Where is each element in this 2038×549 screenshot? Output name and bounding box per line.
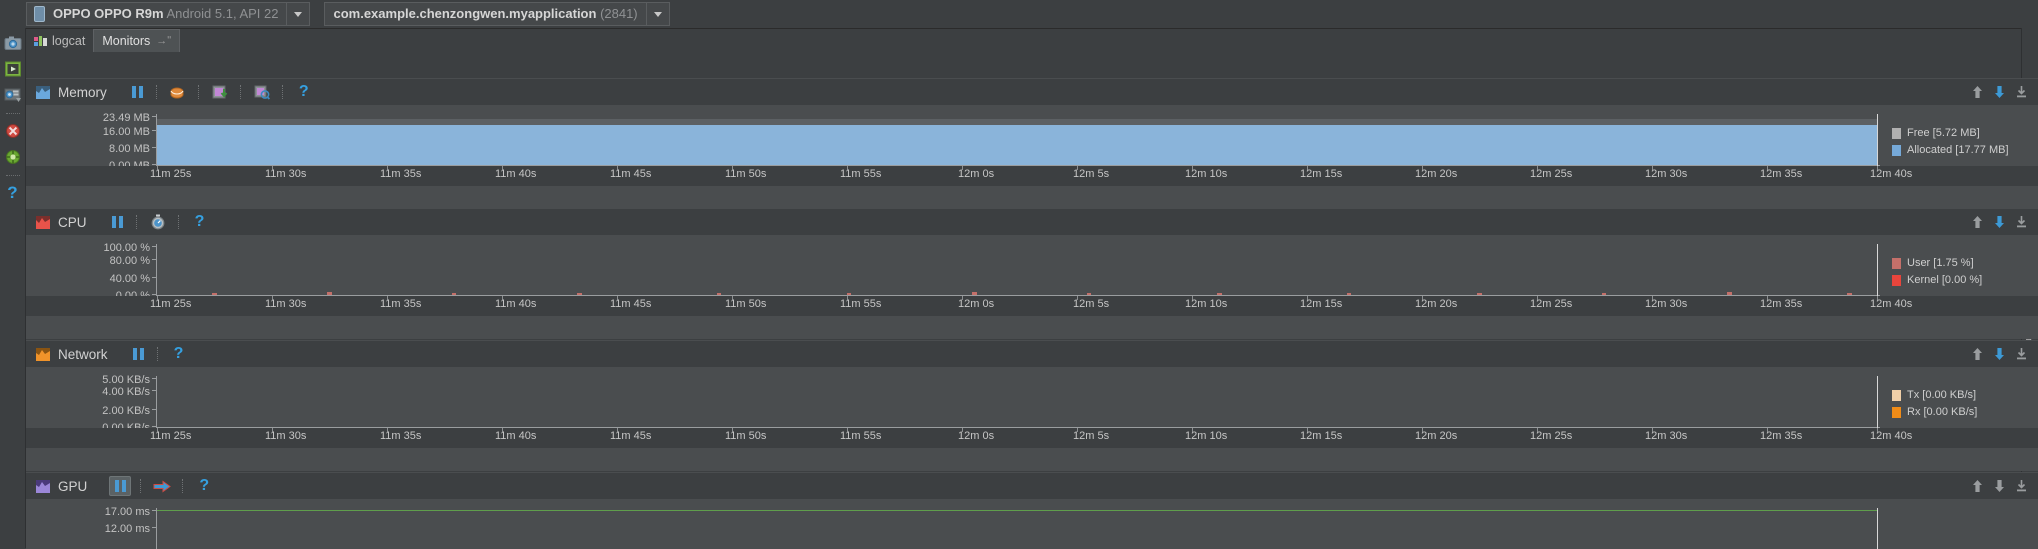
tool-window-tabs: logcat Monitors →ʺ <box>26 28 181 52</box>
cpu-y-axis-labels: 100.00 % 80.00 % 40.00 % 0.00 % <box>103 242 150 302</box>
memory-legend: Free [5.72 MB] Allocated [17.77 MB] <box>1892 127 2009 161</box>
network-y-axis-labels: 5.00 KB/s 4.00 KB/s 2.00 KB/s 0.00 KB/s <box>102 374 150 434</box>
memory-pause-button[interactable] <box>129 84 147 100</box>
cpu-help-icon[interactable]: ? <box>189 211 211 233</box>
device-process-toolbar: OPPO OPPO R9m Android 5.1, API 22 com.ex… <box>0 0 2038 29</box>
collapse-icon[interactable] <box>2010 343 2032 365</box>
legend-item: Free [5.72 MB] <box>1892 127 2009 139</box>
gpu-plot-area[interactable] <box>157 510 1877 549</box>
memory-graph-icon <box>36 85 50 99</box>
process-name: com.example.chenzongwen.myapplication <box>333 6 597 21</box>
gc-icon[interactable] <box>251 81 273 103</box>
allocation-tracking-icon[interactable] <box>209 81 231 103</box>
move-down-icon[interactable] <box>1988 81 2010 103</box>
cpu-pause-button[interactable] <box>109 214 127 230</box>
memory-header: Memory ? <box>26 78 2038 105</box>
screenshot-icon[interactable] <box>2 32 24 54</box>
toolbar-divider-2 <box>5 175 20 177</box>
move-down-icon[interactable] <box>1988 211 2010 233</box>
network-help-icon[interactable]: ? <box>168 343 190 365</box>
network-pause-button[interactable] <box>130 346 148 362</box>
cpu-legend: User [1.75 %] Kernel [0.00 %] <box>1892 257 1982 291</box>
tab-monitors-label: Monitors <box>102 34 151 48</box>
network-graph-icon <box>36 347 50 361</box>
gpu-pause-button[interactable] <box>109 476 132 496</box>
tab-logcat[interactable]: logcat <box>26 30 93 52</box>
cpu-x-axis: 11m 25s 11m 30s 11m 35s 11m 40s 11m 45s … <box>26 296 2038 316</box>
network-plot-area[interactable] <box>157 381 1877 427</box>
network-title: Network <box>58 346 108 362</box>
help-icon[interactable]: ? <box>2 182 24 204</box>
legend-item: User [1.75 %] <box>1892 257 1982 269</box>
device-meta: Android 5.1, API 22 <box>166 6 279 21</box>
legend-item: Tx [0.00 KB/s] <box>1892 389 1977 401</box>
android-studio-monitors-window: OPPO OPPO R9m Android 5.1, API 22 com.ex… <box>0 0 2038 549</box>
device-selector[interactable]: OPPO OPPO R9m Android 5.1, API 22 <box>26 2 311 26</box>
collapse-icon[interactable] <box>2010 211 2032 233</box>
network-monitor-section: Network ? 5.00 KB/s 4.00 KB/s 2.00 KB/s … <box>26 340 2038 471</box>
memory-x-axis: 11m 25s 11m 30s 11m 35s 11m 40s 11m 45s … <box>26 166 2038 186</box>
process-dropdown-arrow[interactable] <box>645 3 669 25</box>
move-up-icon[interactable] <box>1966 81 1988 103</box>
cpu-title: CPU <box>58 214 87 230</box>
memory-title: Memory <box>58 84 107 100</box>
memory-chart-body[interactable]: 23.49 MB 16.00 MB 8.00 MB 0.00 MB Free [… <box>26 105 2038 209</box>
arrow-right-icon[interactable] <box>151 475 173 497</box>
memory-monitor-section: Memory ? 23.49 MB 16.00 MB 8.00 MB Free … <box>26 78 2038 209</box>
memory-help-icon[interactable]: ? <box>293 81 315 103</box>
cpu-monitor-section: CPU ? 100.00 % 80.00 % 40.00 % User [1.7… <box>26 208 2038 339</box>
memory-y-axis-labels: 23.49 MB 16.00 MB 8.00 MB 0.00 MB <box>102 112 150 172</box>
move-up-icon[interactable] <box>1966 475 1988 497</box>
network-chart-body[interactable]: 5.00 KB/s 4.00 KB/s 2.00 KB/s 0.00 KB/s … <box>26 367 2038 471</box>
move-up-icon[interactable] <box>1966 211 1988 233</box>
stopwatch-icon[interactable] <box>147 211 169 233</box>
gpu-graph-icon <box>36 479 50 493</box>
cpu-header: CPU ? <box>26 208 2038 235</box>
network-header: Network ? <box>26 340 2038 367</box>
gpu-header: GPU ? <box>26 472 2038 499</box>
process-selector[interactable]: com.example.chenzongwen.myapplication (2… <box>324 2 670 26</box>
cpu-header-right-controls <box>1966 209 2032 235</box>
legend-item: Rx [0.00 KB/s] <box>1892 406 1977 418</box>
cpu-graph-icon <box>36 215 50 229</box>
gpu-title: GPU <box>58 478 88 494</box>
dump-heap-icon[interactable] <box>167 81 189 103</box>
monitors-left-toolbar: ? <box>0 28 26 548</box>
gpu-monitor-section: GPU ? 17.00 ms 12.00 ms <box>26 472 2038 549</box>
terminate-application-icon[interactable] <box>2 120 24 142</box>
gpu-y-axis-labels: 17.00 ms 12.00 ms <box>104 506 150 535</box>
memory-header-right-controls <box>1966 79 2032 105</box>
system-information-icon[interactable] <box>2 84 24 106</box>
gpu-chart-body[interactable]: 17.00 ms 12.00 ms <box>26 499 2038 549</box>
cpu-chart-body[interactable]: 100.00 % 80.00 % 40.00 % 0.00 % <box>26 235 2038 339</box>
video-record-icon[interactable] <box>2 58 24 80</box>
move-down-icon[interactable] <box>1988 343 2010 365</box>
memory-plot-area[interactable] <box>157 119 1877 165</box>
toolbar-divider <box>5 113 20 115</box>
collapse-icon[interactable] <box>2010 81 2032 103</box>
move-down-icon[interactable] <box>1988 475 2010 497</box>
network-header-right-controls <box>1966 341 2032 367</box>
move-up-icon[interactable] <box>1966 343 1988 365</box>
tab-monitors[interactable]: Monitors →ʺ <box>93 29 181 52</box>
collapse-icon[interactable] <box>2010 475 2032 497</box>
gpu-header-right-controls <box>1966 473 2032 499</box>
network-x-axis: 11m 25s 11m 30s 11m 35s 11m 40s 11m 45s … <box>26 428 2038 448</box>
process-pid: (2841) <box>600 6 638 21</box>
cpu-plot-area[interactable] <box>157 249 1877 295</box>
garbage-collect-icon[interactable] <box>2 146 24 168</box>
network-legend: Tx [0.00 KB/s] Rx [0.00 KB/s] <box>1892 389 1977 423</box>
device-name: OPPO OPPO R9m <box>53 6 164 21</box>
gpu-help-icon[interactable]: ? <box>193 475 215 497</box>
tab-logcat-label: logcat <box>52 34 86 48</box>
tab-detach-arrow[interactable]: →ʺ <box>156 35 171 47</box>
legend-item: Kernel [0.00 %] <box>1892 274 1982 286</box>
device-dropdown-arrow[interactable] <box>286 3 310 25</box>
logcat-icon <box>34 35 47 47</box>
legend-item: Allocated [17.77 MB] <box>1892 144 2009 156</box>
phone-icon <box>34 6 45 22</box>
